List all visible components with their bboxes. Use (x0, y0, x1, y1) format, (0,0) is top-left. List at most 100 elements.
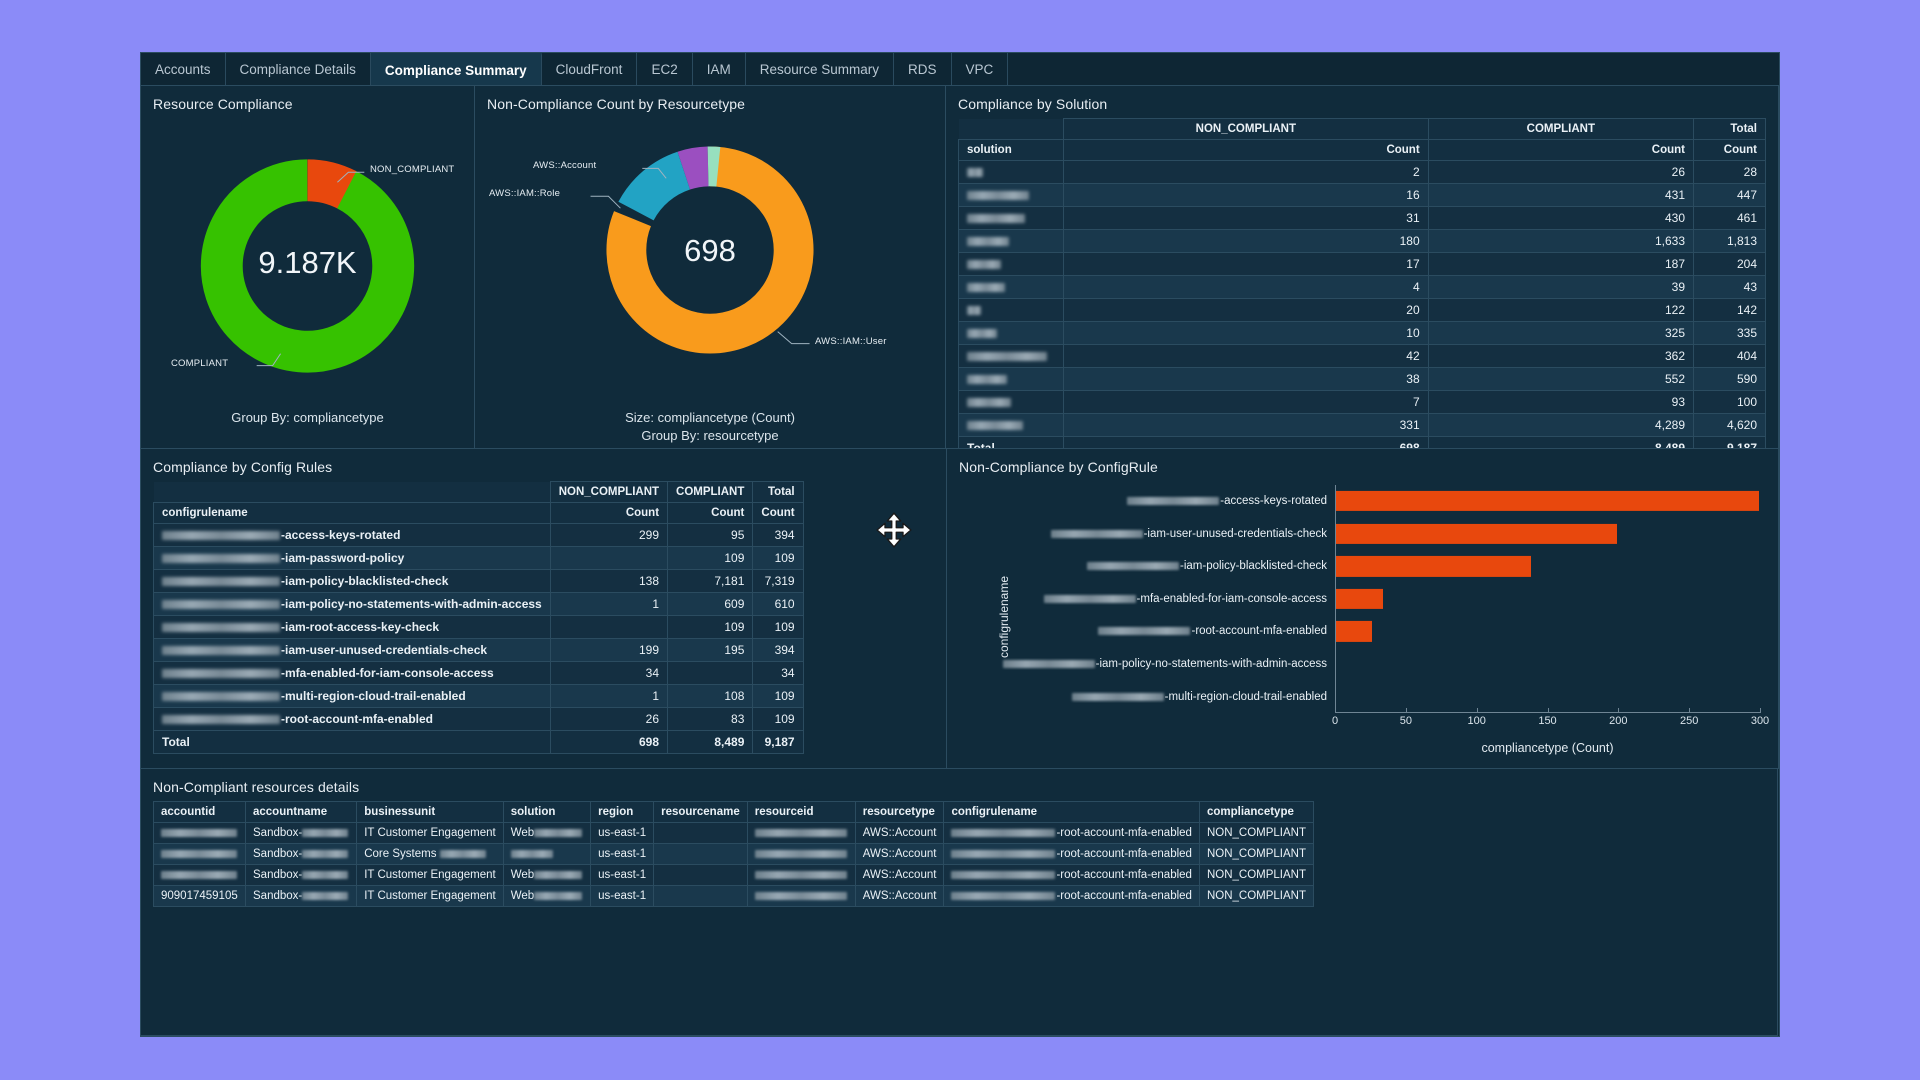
table-row[interactable]: -root-account-mfa-enabled 26 83 109 (153, 707, 804, 731)
table-row[interactable]: 331 4,289 4,620 (958, 413, 1766, 437)
header-group-total[interactable]: Total (1693, 118, 1766, 140)
header-compliancetype[interactable]: compliancetype (1198, 801, 1315, 823)
header-count-non-compliant[interactable]: Count (549, 502, 669, 524)
donut-resource-compliance[interactable]: NON_COMPLIANT COMPLIANT 9.187K (153, 118, 462, 408)
header-configrulename[interactable]: configrulename (943, 801, 1200, 823)
tab-ec2[interactable]: EC2 (637, 53, 693, 85)
table-noncompliant-resources-details[interactable]: accountid accountname businessunit solution… (153, 801, 1315, 907)
tab-cloudfront[interactable]: CloudFront (542, 53, 638, 85)
header-accountid[interactable]: accountid (153, 801, 246, 823)
table-row[interactable]: 4 39 43 (958, 275, 1766, 299)
table-row[interactable]: 38 552 590 (958, 367, 1766, 391)
table-row[interactable]: -iam-user-unused-credentials-check 199 195… (153, 638, 804, 662)
redacted-text (302, 870, 349, 879)
table-compliance-by-solution[interactable]: NON_COMPLIANT COMPLIANT Total solution C… (958, 118, 1766, 448)
table-row[interactable]: 2 26 28 (958, 160, 1766, 184)
redacted-text (967, 283, 1005, 293)
table-row[interactable]: 10 325 335 (958, 321, 1766, 345)
cell-compliant-count: 108 (667, 684, 754, 708)
header-solution[interactable]: solution (502, 801, 592, 823)
header-businessunit[interactable]: businessunit (356, 801, 504, 823)
header-row-label-solution[interactable]: solution (958, 139, 1064, 161)
table-row[interactable]: -access-keys-rotated 299 95 394 (153, 523, 804, 547)
tab-iam[interactable]: IAM (693, 53, 746, 85)
tab-rds[interactable]: RDS (894, 53, 952, 85)
tab-accounts[interactable]: Accounts (141, 53, 226, 85)
table-row[interactable]: 31 430 461 (958, 206, 1766, 230)
redacted-text (162, 646, 280, 656)
bar-chart-row[interactable]: -root-account-mfa-enabled (985, 615, 1760, 648)
bar-chart-row[interactable]: -iam-policy-no-statements-with-admin-acc… (985, 648, 1760, 681)
cell-compliant-count: 26 (1427, 160, 1695, 184)
cell-total-count: 447 (1693, 183, 1766, 207)
table-row[interactable]: -iam-root-access-key-check 109 109 (153, 615, 804, 639)
table-compliance-by-config-rules[interactable]: NON_COMPLIANT COMPLIANT Total configrule… (153, 481, 804, 754)
configrulename-suffix: -root-account-mfa-enabled (281, 712, 434, 726)
donut-noncompliance-resourcetype[interactable]: AWS::Account AWS::IAM::Role AWS::IAM::Us… (487, 118, 933, 408)
cell-accountid (153, 864, 246, 886)
header-count-compliant[interactable]: Count (667, 502, 754, 524)
cell-solution (958, 413, 1064, 437)
bar-chart-row[interactable]: -iam-user-unused-credentials-check (985, 518, 1760, 551)
header-count-non-compliant[interactable]: Count (1063, 139, 1429, 161)
header-region[interactable]: region (590, 801, 655, 823)
header-resourcename[interactable]: resourcename (653, 801, 748, 823)
bar-fill[interactable] (1335, 523, 1617, 544)
table-row[interactable]: -iam-password-policy 109 109 (153, 546, 804, 570)
header-group-total[interactable]: Total (752, 481, 804, 503)
bar-chart-row[interactable]: -access-keys-rotated (985, 485, 1760, 518)
panel-title-compliance-by-solution: Compliance by Solution (958, 96, 1108, 112)
table-row[interactable]: -multi-region-cloud-trail-enabled 1 108 109 (153, 684, 804, 708)
table-row[interactable]: -iam-policy-blacklisted-check 138 7,181 7,3… (153, 569, 804, 593)
table-row[interactable]: Sandbox- IT Customer Engagement Web us-east… (153, 822, 1315, 844)
cell-total-total: 9,187 (752, 730, 804, 754)
bar-category-label: -access-keys-rotated (985, 495, 1335, 507)
header-group-compliant[interactable]: COMPLIANT (667, 481, 754, 503)
header-resourceid[interactable]: resourceid (746, 801, 856, 823)
bar-chart-row[interactable]: -mfa-enabled-for-iam-console-access (985, 583, 1760, 616)
bar-fill[interactable] (1335, 621, 1372, 642)
tab-resource-summary[interactable]: Resource Summary (746, 53, 895, 85)
redacted-text (162, 715, 280, 725)
header-count-total[interactable]: Count (752, 502, 804, 524)
bar-fill[interactable] (1335, 491, 1759, 512)
bar-fill[interactable] (1335, 556, 1531, 577)
table-row[interactable]: Sandbox- Core Systems us-east-1 AWS::Acco… (153, 843, 1315, 865)
table-row[interactable]: -iam-policy-no-statements-with-admin-acc… (153, 592, 804, 616)
table-row[interactable]: -mfa-enabled-for-iam-console-access 34 34 (153, 661, 804, 685)
table-row[interactable]: 909017459105 Sandbox- IT Customer Engageme… (153, 885, 1315, 907)
table-row[interactable]: 180 1,633 1,813 (958, 229, 1766, 253)
bar-chart-row[interactable]: -iam-policy-blacklisted-check (985, 550, 1760, 583)
cell-solution (958, 275, 1064, 299)
header-group-non-compliant[interactable]: NON_COMPLIANT (549, 481, 669, 503)
bar-fill[interactable] (1335, 588, 1384, 609)
cell-solution (958, 183, 1064, 207)
table-header-row-groups: NON_COMPLIANT COMPLIANT Total (153, 481, 804, 503)
table-row[interactable]: 16 431 447 (958, 183, 1766, 207)
bar-x-tick-mark (1618, 708, 1620, 713)
cell-non-compliant-count: 138 (549, 569, 669, 593)
tab-compliance-summary[interactable]: Compliance Summary (370, 53, 542, 85)
table-row[interactable]: 7 93 100 (958, 390, 1766, 414)
header-row-label-configrulename[interactable]: configrulename (153, 502, 551, 524)
table-row[interactable]: 42 362 404 (958, 344, 1766, 368)
header-count-total[interactable]: Count (1693, 139, 1766, 161)
cell-non-compliant-count (549, 546, 669, 570)
header-group-compliant[interactable]: COMPLIANT (1427, 118, 1695, 140)
header-count-compliant[interactable]: Count (1427, 139, 1695, 161)
header-resourcetype[interactable]: resourcetype (854, 801, 945, 823)
bar-chart-row[interactable]: -multi-region-cloud-trail-enabled (985, 680, 1760, 713)
header-accountname[interactable]: accountname (244, 801, 358, 823)
cell-total-count: 335 (1693, 321, 1766, 345)
header-group-non-compliant[interactable]: NON_COMPLIANT (1063, 118, 1429, 140)
cell-configrulename: -root-account-mfa-enabled (943, 843, 1200, 865)
table-row[interactable]: 17 187 204 (958, 252, 1766, 276)
table-row[interactable]: Sandbox- IT Customer Engagement Web us-east… (153, 864, 1315, 886)
tab-compliance-details[interactable]: Compliance Details (226, 53, 371, 85)
cell-compliant-count: 93 (1427, 390, 1695, 414)
tab-vpc[interactable]: VPC (952, 53, 1009, 85)
table-row[interactable]: 20 122 142 (958, 298, 1766, 322)
cell-total-count: 590 (1693, 367, 1766, 391)
cell-resourceid (746, 885, 856, 907)
bar-chart-noncompliance-by-configrule[interactable]: configrulename -access-keys-rotated -iam-… (959, 481, 1769, 755)
